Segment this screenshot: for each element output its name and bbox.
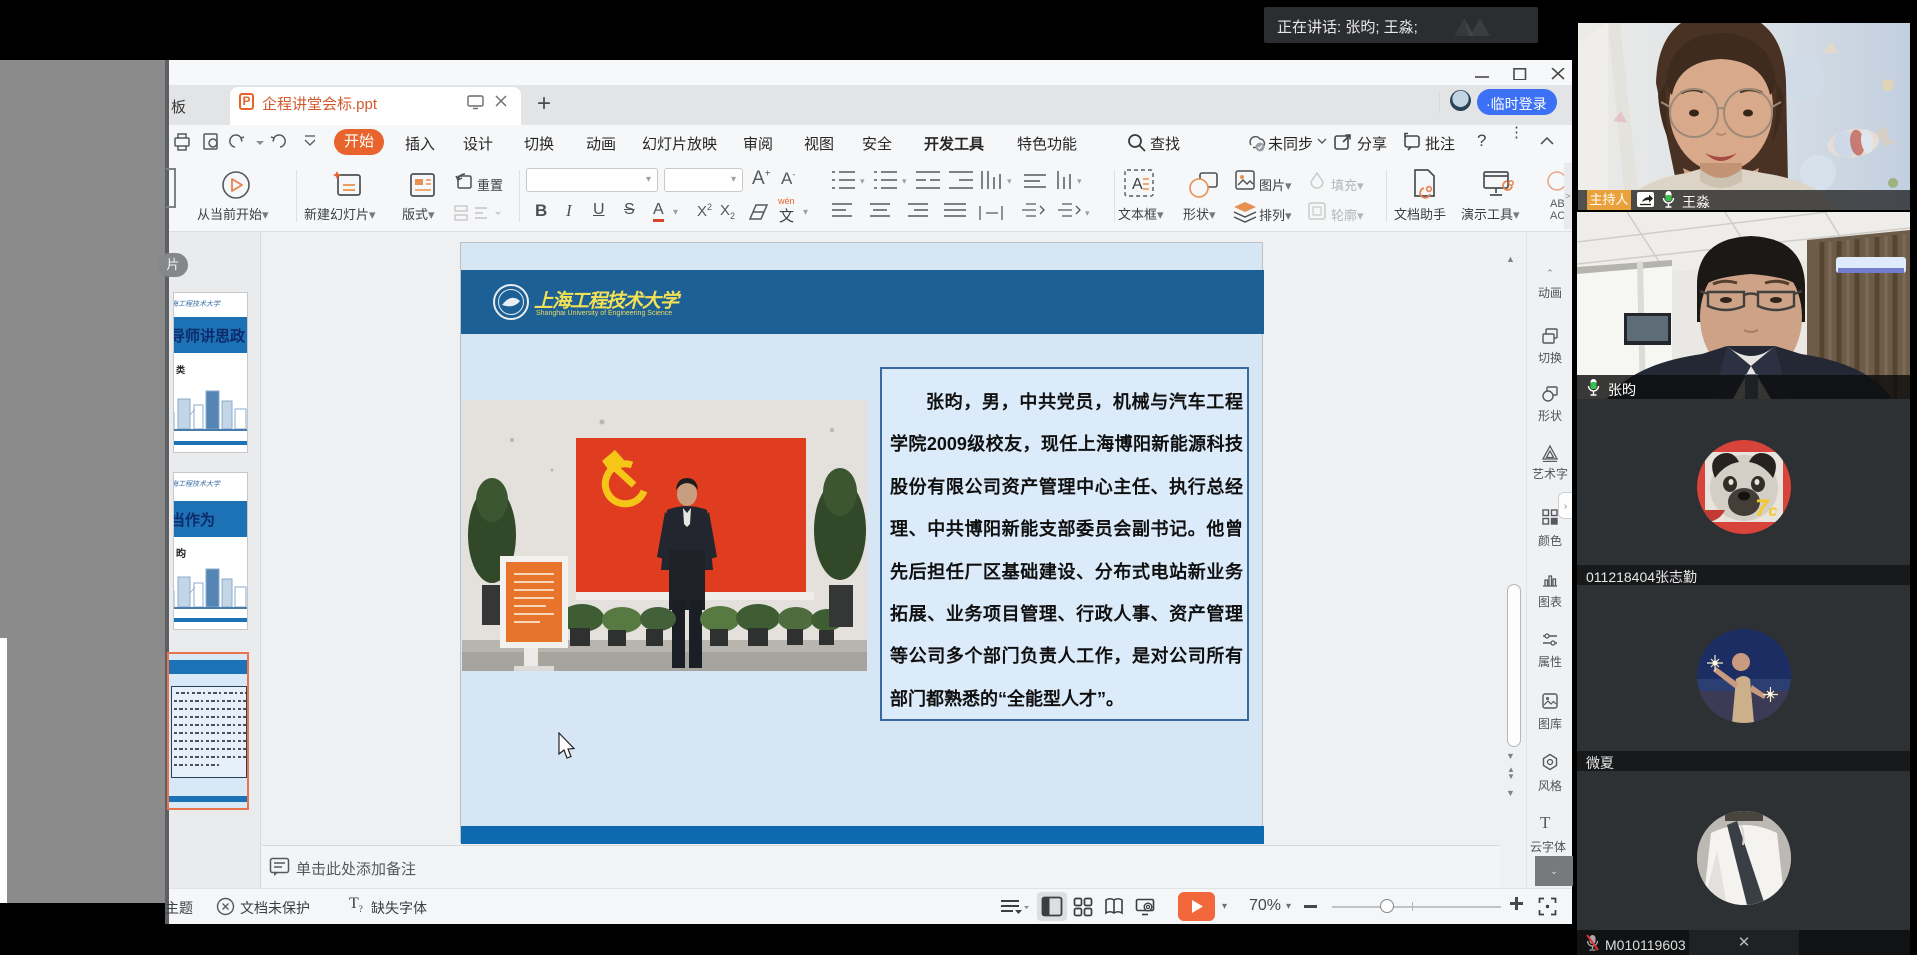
svg-text:▾: ▾ bbox=[1085, 208, 1090, 218]
svg-text:▾: ▾ bbox=[1007, 176, 1012, 186]
svg-text:▾: ▾ bbox=[860, 176, 865, 186]
svg-text:▾: ▾ bbox=[1077, 176, 1082, 186]
svg-text:A: A bbox=[1132, 176, 1143, 193]
svg-text:▾: ▾ bbox=[902, 176, 907, 186]
